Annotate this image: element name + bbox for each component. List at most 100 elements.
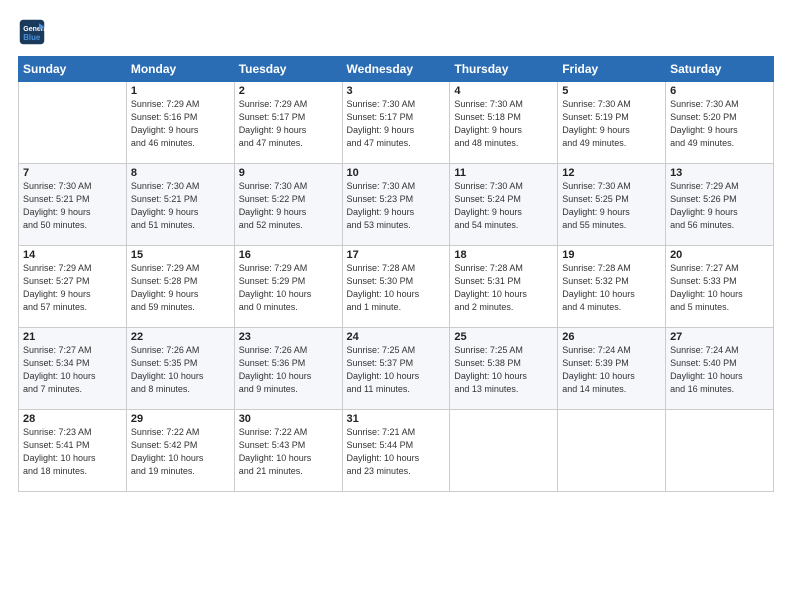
day-info: Sunrise: 7:23 AM Sunset: 5:41 PM Dayligh…	[23, 426, 122, 478]
day-info: Sunrise: 7:29 AM Sunset: 5:27 PM Dayligh…	[23, 262, 122, 314]
day-number: 28	[23, 413, 122, 425]
day-cell: 27Sunrise: 7:24 AM Sunset: 5:40 PM Dayli…	[666, 328, 774, 410]
day-cell: 1Sunrise: 7:29 AM Sunset: 5:16 PM Daylig…	[126, 82, 234, 164]
day-info: Sunrise: 7:24 AM Sunset: 5:40 PM Dayligh…	[670, 344, 769, 396]
day-number: 31	[347, 413, 446, 425]
day-info: Sunrise: 7:29 AM Sunset: 5:28 PM Dayligh…	[131, 262, 230, 314]
day-info: Sunrise: 7:22 AM Sunset: 5:43 PM Dayligh…	[239, 426, 338, 478]
header: General Blue	[18, 18, 774, 46]
day-number: 23	[239, 331, 338, 343]
day-info: Sunrise: 7:27 AM Sunset: 5:33 PM Dayligh…	[670, 262, 769, 314]
weekday-saturday: Saturday	[666, 57, 774, 82]
weekday-friday: Friday	[558, 57, 666, 82]
weekday-tuesday: Tuesday	[234, 57, 342, 82]
day-info: Sunrise: 7:28 AM Sunset: 5:32 PM Dayligh…	[562, 262, 661, 314]
day-number: 24	[347, 331, 446, 343]
day-info: Sunrise: 7:27 AM Sunset: 5:34 PM Dayligh…	[23, 344, 122, 396]
day-info: Sunrise: 7:30 AM Sunset: 5:19 PM Dayligh…	[562, 98, 661, 150]
weekday-header-row: SundayMondayTuesdayWednesdayThursdayFrid…	[19, 57, 774, 82]
weekday-thursday: Thursday	[450, 57, 558, 82]
day-number: 25	[454, 331, 553, 343]
day-cell: 5Sunrise: 7:30 AM Sunset: 5:19 PM Daylig…	[558, 82, 666, 164]
day-number: 26	[562, 331, 661, 343]
week-row-4: 21Sunrise: 7:27 AM Sunset: 5:34 PM Dayli…	[19, 328, 774, 410]
day-number: 4	[454, 85, 553, 97]
day-info: Sunrise: 7:30 AM Sunset: 5:24 PM Dayligh…	[454, 180, 553, 232]
day-number: 7	[23, 167, 122, 179]
day-number: 18	[454, 249, 553, 261]
day-cell: 31Sunrise: 7:21 AM Sunset: 5:44 PM Dayli…	[342, 410, 450, 492]
day-number: 30	[239, 413, 338, 425]
day-info: Sunrise: 7:28 AM Sunset: 5:30 PM Dayligh…	[347, 262, 446, 314]
day-cell: 15Sunrise: 7:29 AM Sunset: 5:28 PM Dayli…	[126, 246, 234, 328]
day-cell: 6Sunrise: 7:30 AM Sunset: 5:20 PM Daylig…	[666, 82, 774, 164]
week-row-2: 7Sunrise: 7:30 AM Sunset: 5:21 PM Daylig…	[19, 164, 774, 246]
day-number: 14	[23, 249, 122, 261]
day-info: Sunrise: 7:30 AM Sunset: 5:20 PM Dayligh…	[670, 98, 769, 150]
svg-text:Blue: Blue	[23, 33, 41, 42]
day-info: Sunrise: 7:30 AM Sunset: 5:23 PM Dayligh…	[347, 180, 446, 232]
day-cell: 16Sunrise: 7:29 AM Sunset: 5:29 PM Dayli…	[234, 246, 342, 328]
week-row-3: 14Sunrise: 7:29 AM Sunset: 5:27 PM Dayli…	[19, 246, 774, 328]
day-cell: 10Sunrise: 7:30 AM Sunset: 5:23 PM Dayli…	[342, 164, 450, 246]
day-cell: 4Sunrise: 7:30 AM Sunset: 5:18 PM Daylig…	[450, 82, 558, 164]
day-info: Sunrise: 7:30 AM Sunset: 5:17 PM Dayligh…	[347, 98, 446, 150]
day-number: 13	[670, 167, 769, 179]
logo: General Blue	[18, 18, 50, 46]
day-info: Sunrise: 7:30 AM Sunset: 5:21 PM Dayligh…	[23, 180, 122, 232]
day-cell: 22Sunrise: 7:26 AM Sunset: 5:35 PM Dayli…	[126, 328, 234, 410]
day-info: Sunrise: 7:29 AM Sunset: 5:17 PM Dayligh…	[239, 98, 338, 150]
day-cell: 21Sunrise: 7:27 AM Sunset: 5:34 PM Dayli…	[19, 328, 127, 410]
day-info: Sunrise: 7:25 AM Sunset: 5:38 PM Dayligh…	[454, 344, 553, 396]
day-number: 3	[347, 85, 446, 97]
day-cell: 13Sunrise: 7:29 AM Sunset: 5:26 PM Dayli…	[666, 164, 774, 246]
day-info: Sunrise: 7:28 AM Sunset: 5:31 PM Dayligh…	[454, 262, 553, 314]
day-info: Sunrise: 7:30 AM Sunset: 5:21 PM Dayligh…	[131, 180, 230, 232]
logo-icon: General Blue	[18, 18, 46, 46]
day-number: 16	[239, 249, 338, 261]
day-info: Sunrise: 7:26 AM Sunset: 5:35 PM Dayligh…	[131, 344, 230, 396]
day-number: 9	[239, 167, 338, 179]
day-cell	[450, 410, 558, 492]
day-cell: 7Sunrise: 7:30 AM Sunset: 5:21 PM Daylig…	[19, 164, 127, 246]
day-number: 15	[131, 249, 230, 261]
weekday-sunday: Sunday	[19, 57, 127, 82]
day-number: 17	[347, 249, 446, 261]
day-info: Sunrise: 7:30 AM Sunset: 5:18 PM Dayligh…	[454, 98, 553, 150]
day-info: Sunrise: 7:29 AM Sunset: 5:16 PM Dayligh…	[131, 98, 230, 150]
calendar-table: SundayMondayTuesdayWednesdayThursdayFrid…	[18, 56, 774, 492]
day-cell: 14Sunrise: 7:29 AM Sunset: 5:27 PM Dayli…	[19, 246, 127, 328]
day-number: 29	[131, 413, 230, 425]
day-cell: 12Sunrise: 7:30 AM Sunset: 5:25 PM Dayli…	[558, 164, 666, 246]
day-cell: 25Sunrise: 7:25 AM Sunset: 5:38 PM Dayli…	[450, 328, 558, 410]
day-cell: 2Sunrise: 7:29 AM Sunset: 5:17 PM Daylig…	[234, 82, 342, 164]
day-cell: 8Sunrise: 7:30 AM Sunset: 5:21 PM Daylig…	[126, 164, 234, 246]
day-info: Sunrise: 7:30 AM Sunset: 5:25 PM Dayligh…	[562, 180, 661, 232]
day-cell: 26Sunrise: 7:24 AM Sunset: 5:39 PM Dayli…	[558, 328, 666, 410]
day-number: 5	[562, 85, 661, 97]
day-cell	[19, 82, 127, 164]
day-number: 19	[562, 249, 661, 261]
week-row-5: 28Sunrise: 7:23 AM Sunset: 5:41 PM Dayli…	[19, 410, 774, 492]
day-cell: 11Sunrise: 7:30 AM Sunset: 5:24 PM Dayli…	[450, 164, 558, 246]
day-number: 22	[131, 331, 230, 343]
day-info: Sunrise: 7:30 AM Sunset: 5:22 PM Dayligh…	[239, 180, 338, 232]
day-cell: 24Sunrise: 7:25 AM Sunset: 5:37 PM Dayli…	[342, 328, 450, 410]
day-cell: 17Sunrise: 7:28 AM Sunset: 5:30 PM Dayli…	[342, 246, 450, 328]
day-cell: 18Sunrise: 7:28 AM Sunset: 5:31 PM Dayli…	[450, 246, 558, 328]
day-cell: 23Sunrise: 7:26 AM Sunset: 5:36 PM Dayli…	[234, 328, 342, 410]
day-info: Sunrise: 7:29 AM Sunset: 5:29 PM Dayligh…	[239, 262, 338, 314]
day-info: Sunrise: 7:21 AM Sunset: 5:44 PM Dayligh…	[347, 426, 446, 478]
day-number: 11	[454, 167, 553, 179]
day-number: 2	[239, 85, 338, 97]
weekday-monday: Monday	[126, 57, 234, 82]
day-info: Sunrise: 7:22 AM Sunset: 5:42 PM Dayligh…	[131, 426, 230, 478]
day-cell: 29Sunrise: 7:22 AM Sunset: 5:42 PM Dayli…	[126, 410, 234, 492]
day-cell: 3Sunrise: 7:30 AM Sunset: 5:17 PM Daylig…	[342, 82, 450, 164]
week-row-1: 1Sunrise: 7:29 AM Sunset: 5:16 PM Daylig…	[19, 82, 774, 164]
day-cell: 9Sunrise: 7:30 AM Sunset: 5:22 PM Daylig…	[234, 164, 342, 246]
day-number: 6	[670, 85, 769, 97]
day-info: Sunrise: 7:26 AM Sunset: 5:36 PM Dayligh…	[239, 344, 338, 396]
day-cell: 19Sunrise: 7:28 AM Sunset: 5:32 PM Dayli…	[558, 246, 666, 328]
day-cell	[558, 410, 666, 492]
